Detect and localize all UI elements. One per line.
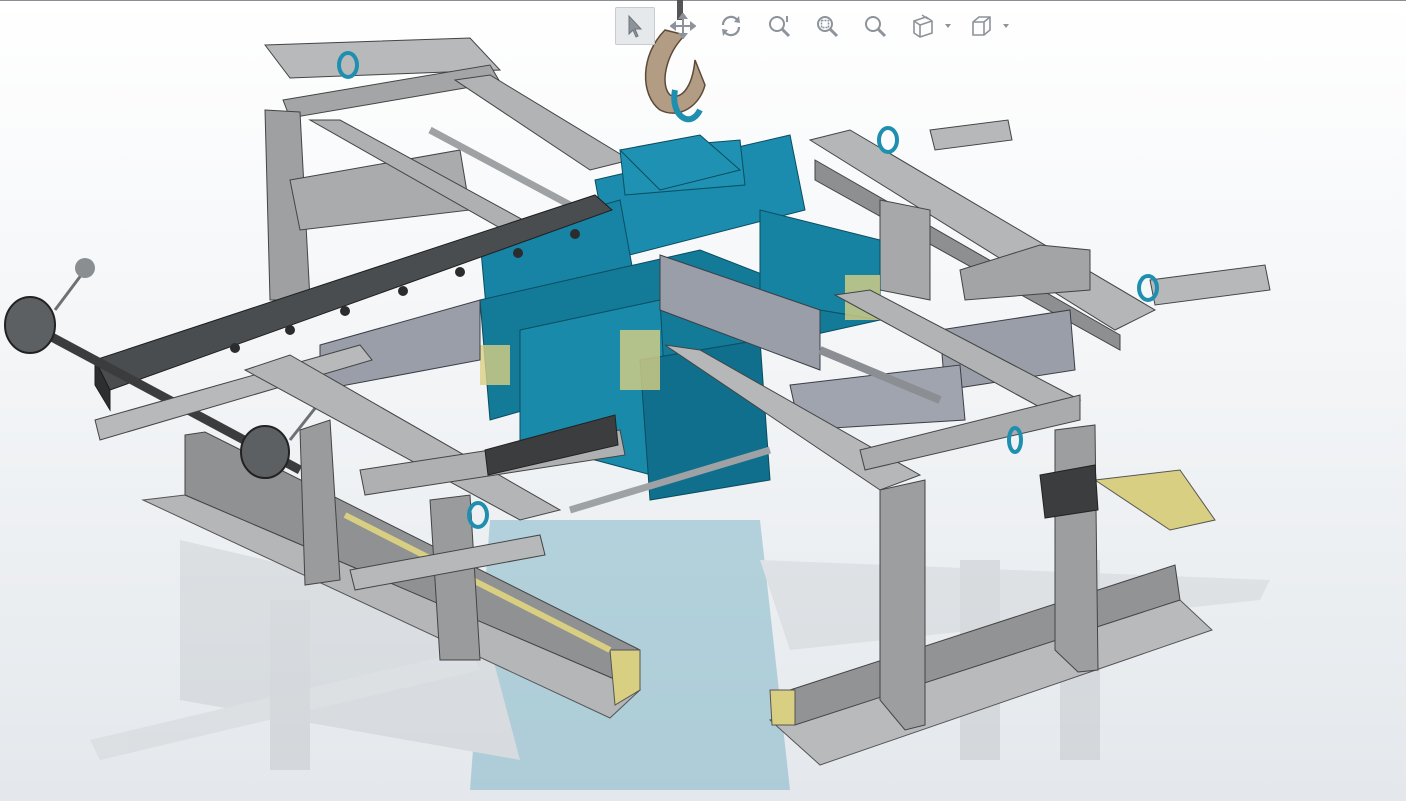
zoom-area-icon xyxy=(865,16,887,38)
pan-tool-button[interactable] xyxy=(663,7,703,45)
zoom-to-fit-button[interactable] xyxy=(807,7,847,45)
zoom-fit-icon xyxy=(817,16,839,38)
display-style-dropdown[interactable] xyxy=(1001,7,1011,45)
select-tool-button[interactable] xyxy=(615,7,655,45)
chevron-down-icon xyxy=(945,24,951,28)
view-orientation-icon xyxy=(913,14,933,38)
cad-assembly-render xyxy=(4,0,1271,790)
view-toolbar xyxy=(615,6,1029,46)
zoom-area-button[interactable] xyxy=(855,7,895,45)
zoom-icon xyxy=(769,16,791,38)
zoom-tool-button[interactable] xyxy=(759,7,799,45)
chevron-down-icon xyxy=(1003,24,1009,28)
view-orientation-button[interactable] xyxy=(903,7,943,45)
rotate-tool-button[interactable] xyxy=(711,7,751,45)
rotate-icon xyxy=(721,15,741,37)
view-orientation-dropdown[interactable] xyxy=(943,7,953,45)
display-cube-icon xyxy=(972,16,991,36)
pan-arrows-icon xyxy=(670,13,696,39)
display-style-button[interactable] xyxy=(961,7,1001,45)
cursor-arrow-icon xyxy=(628,14,643,38)
model-viewport[interactable] xyxy=(0,0,1406,801)
